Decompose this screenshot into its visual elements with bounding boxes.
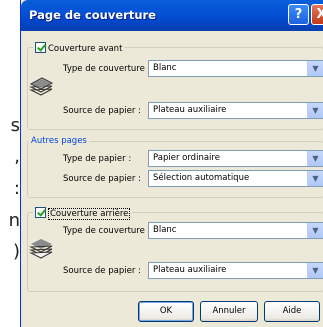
other-paper-source-label: Source de papier : [63, 174, 141, 184]
ok-button[interactable]: OK [138, 301, 194, 322]
other-paper-type-select[interactable]: Papier ordinaire ▼ [148, 150, 323, 167]
chevron-down-icon[interactable]: ▼ [307, 103, 323, 118]
paper-stack-icon [29, 239, 53, 259]
background-text-5: ) [12, 241, 20, 262]
close-button[interactable]: X [311, 4, 323, 25]
other-paper-type-value: Papier ordinaire [153, 153, 220, 163]
back-cover-label: Couverture arrière [48, 208, 131, 220]
front-paper-source-label: Source de papier : [63, 106, 141, 116]
other-pages-label: Autres pages [29, 136, 89, 147]
front-paper-source-select[interactable]: Plateau auxiliaire ▼ [148, 102, 323, 119]
chevron-down-icon[interactable]: ▼ [307, 61, 323, 76]
chevron-down-icon[interactable]: ▼ [307, 223, 323, 238]
help-button[interactable]: Aide [264, 301, 320, 322]
back-cover-checkbox[interactable]: Couverture arrière [33, 207, 133, 220]
back-paper-source-value: Plateau auxiliaire [153, 265, 227, 275]
back-cover-type-value: Blanc [153, 225, 177, 235]
paper-stack-icon [29, 77, 54, 96]
back-paper-source-label: Source de papier : [63, 266, 141, 276]
other-paper-source-value: Sélection automatique [153, 173, 250, 183]
background-text-2: , [14, 146, 20, 167]
background-text-4: n [8, 210, 20, 231]
chevron-down-icon[interactable]: ▼ [307, 151, 323, 166]
front-cover-type-label: Type de couverture : [63, 64, 151, 74]
front-paper-source-value: Plateau auxiliaire [153, 105, 227, 115]
other-paper-type-label: Type de papier : [63, 154, 132, 164]
help-title-button[interactable]: ? [288, 4, 309, 25]
chevron-down-icon[interactable]: ▼ [307, 171, 323, 186]
back-cover-type-select[interactable]: Blanc ▼ [148, 222, 323, 239]
back-cover-type-label: Type de couverture : [63, 226, 151, 236]
dialog-title: Page de couverture [29, 8, 156, 22]
back-cover-check-icon [35, 207, 46, 218]
background-text-1: s [10, 115, 20, 136]
front-cover-check-icon [35, 42, 46, 53]
cover-page-dialog: Page de couverture ? X Couverture avant … [20, 0, 323, 327]
background-text-3: : [13, 178, 20, 199]
back-paper-source-select[interactable]: Plateau auxiliaire ▼ [148, 262, 323, 279]
cancel-button[interactable]: Annuler [200, 301, 258, 322]
front-cover-checkbox[interactable]: Couverture avant [33, 42, 125, 55]
title-bar[interactable]: Page de couverture ? X [21, 0, 323, 31]
front-cover-type-value: Blanc [153, 63, 177, 73]
chevron-down-icon[interactable]: ▼ [307, 263, 323, 278]
other-paper-source-select[interactable]: Sélection automatique ▼ [148, 170, 323, 187]
front-cover-type-select[interactable]: Blanc ▼ [148, 60, 323, 77]
front-cover-label: Couverture avant [48, 44, 123, 54]
